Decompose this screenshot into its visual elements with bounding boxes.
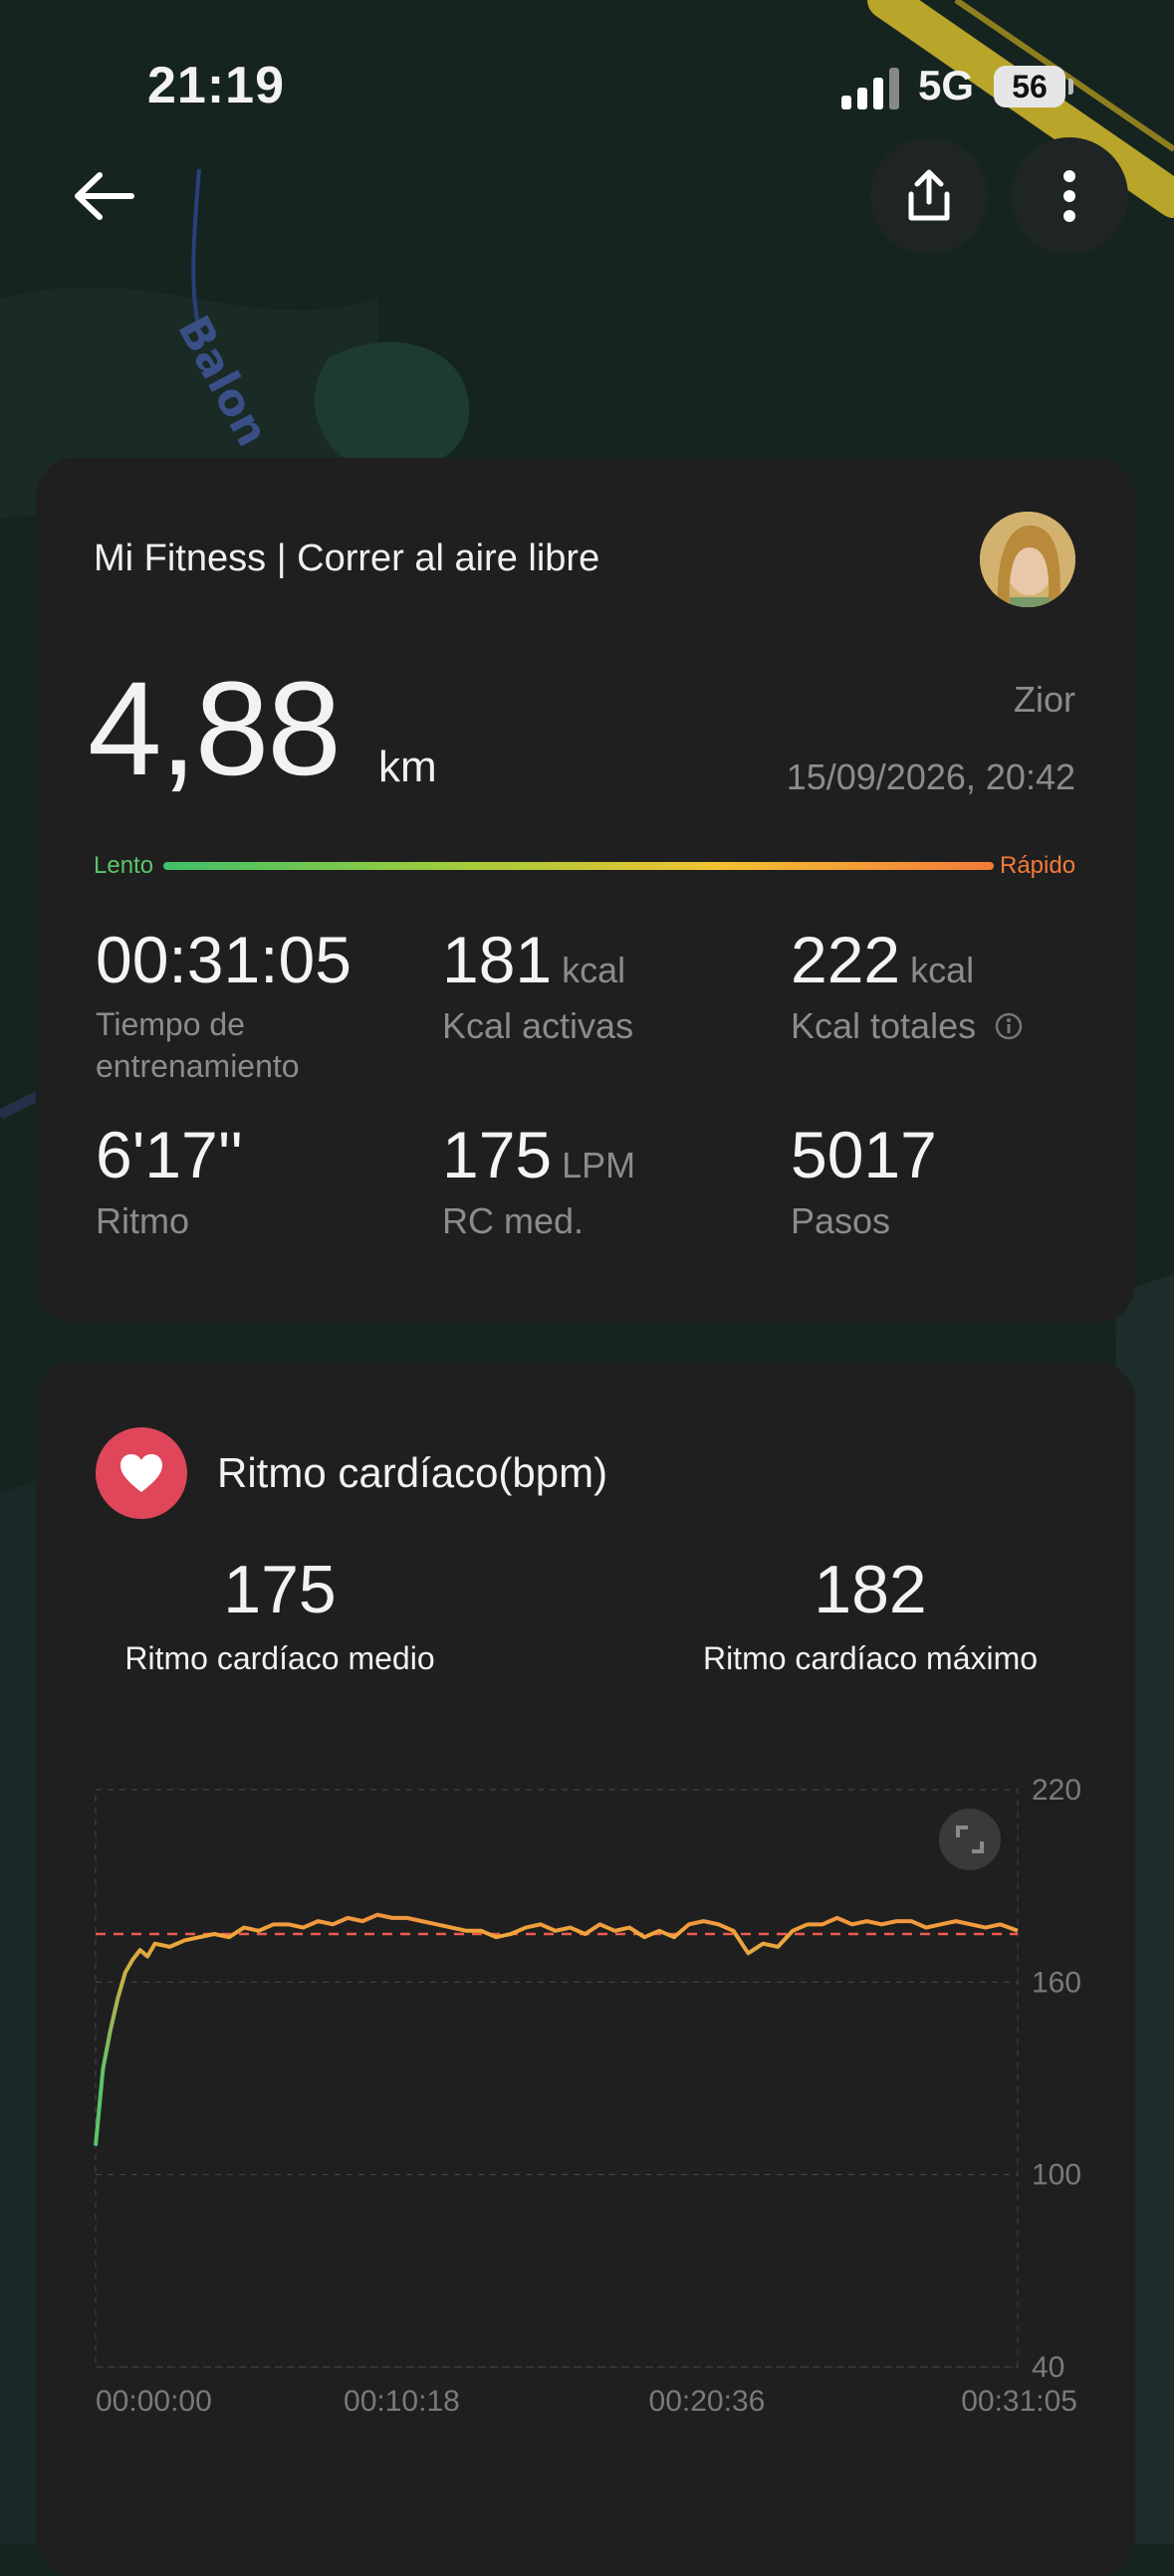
battery-level: 56 [1012, 69, 1048, 105]
heart-rate-card[interactable]: Ritmo cardíaco(bpm) 175 Ritmo cardíaco m… [36, 1362, 1135, 2576]
stat-duration: 00:31:05 Tiempo de entrenamiento [96, 922, 354, 1087]
stat-value: 00:31:05 [96, 923, 352, 996]
x-tick-label: 00:20:36 [649, 2385, 766, 2418]
stat-label: Kcal totales [791, 1005, 1024, 1047]
back-button[interactable] [70, 161, 139, 231]
distance-value: 4,88 [88, 655, 342, 803]
pace-slow-label: Lento [94, 852, 154, 879]
workout-datetime: 15/09/2026, 20:42 [786, 756, 1075, 797]
stat-label: Kcal activas [442, 1005, 634, 1046]
stat-value: 181 [442, 923, 553, 996]
heart-rate-series-line [94, 1912, 1019, 2146]
battery-icon: 56 [994, 66, 1073, 107]
network-label: 5G [918, 62, 975, 108]
max-hr-label: Ritmo cardíaco máximo [702, 1640, 1039, 1676]
y-tick-label: 160 [1032, 1966, 1081, 1999]
pace-fast-label: Rápido [1000, 852, 1076, 879]
stat-label-text: Kcal totales [791, 1005, 977, 1046]
pace-gradient-bar [163, 862, 994, 870]
avg-hr-block: 175 Ritmo cardíaco medio [96, 1551, 464, 1677]
heart-rate-chart[interactable]: 220 160 100 40 00:00:00 00:10:18 00:20:36 00:31… [36, 1760, 1135, 2476]
x-tick-label: 00:31:05 [961, 2385, 1077, 2418]
stat-value: 175 [442, 1118, 553, 1191]
y-tick-label: 220 [1032, 1774, 1081, 1807]
avg-hr-value: 175 [223, 1552, 337, 1627]
share-button[interactable] [870, 137, 988, 255]
arrow-left-icon [75, 172, 134, 220]
y-tick-label: 100 [1032, 2159, 1081, 2192]
more-options-button[interactable] [1011, 137, 1128, 255]
stat-steps: 5017 Pasos [791, 1117, 937, 1242]
stat-label: Ritmo [96, 1200, 190, 1241]
expand-button[interactable] [939, 1809, 1001, 1870]
heart-icon [96, 1427, 187, 1519]
stat-unit: LPM [562, 1145, 636, 1185]
stat-label: RC med. [442, 1200, 585, 1241]
stat-pace: 6'17'' Ritmo [96, 1117, 243, 1242]
user-name: Zior [1014, 679, 1075, 720]
stat-unit: kcal [910, 950, 975, 990]
stat-avg-hr: 175 LPM RC med. [442, 1117, 635, 1242]
info-icon[interactable] [994, 1011, 1024, 1041]
y-tick-label: 40 [1032, 2351, 1064, 2384]
stat-value: 5017 [791, 1118, 937, 1191]
heart-shape [120, 1454, 162, 1492]
status-time: 21:19 [147, 57, 285, 114]
signal-icon [841, 66, 901, 109]
stat-label: Pasos [791, 1200, 891, 1241]
status-bar: 21:19 5G 56 [0, 0, 1174, 169]
workout-summary-card[interactable]: Mi Fitness | Correr al aire libre 4,88 k… [36, 458, 1135, 1324]
more-vertical-icon [1063, 170, 1075, 222]
stat-label: Tiempo de entrenamiento [96, 1006, 300, 1084]
stat-total-kcal: 222 kcal Kcal totales [791, 922, 1024, 1047]
heart-rate-title: Ritmo cardíaco(bpm) [217, 1449, 608, 1496]
avatar[interactable] [980, 512, 1075, 607]
x-tick-label: 00:00:00 [96, 2385, 212, 2418]
avatar-image [980, 512, 1075, 607]
x-tick-label: 00:10:18 [344, 2385, 460, 2418]
avg-hr-label: Ritmo cardíaco medio [124, 1640, 435, 1676]
stat-active-kcal: 181 kcal Kcal activas [442, 922, 633, 1047]
max-hr-value: 182 [814, 1552, 927, 1627]
chart-frame [95, 1789, 1019, 2368]
stat-unit: kcal [562, 950, 626, 990]
share-icon [908, 169, 950, 221]
distance-unit: km [378, 743, 437, 791]
stat-value: 6'17'' [96, 1118, 243, 1191]
stat-value: 222 [791, 923, 901, 996]
workout-source: Mi Fitness | Correr al aire libre [94, 537, 600, 579]
max-hr-block: 182 Ritmo cardíaco máximo [661, 1551, 1079, 1677]
